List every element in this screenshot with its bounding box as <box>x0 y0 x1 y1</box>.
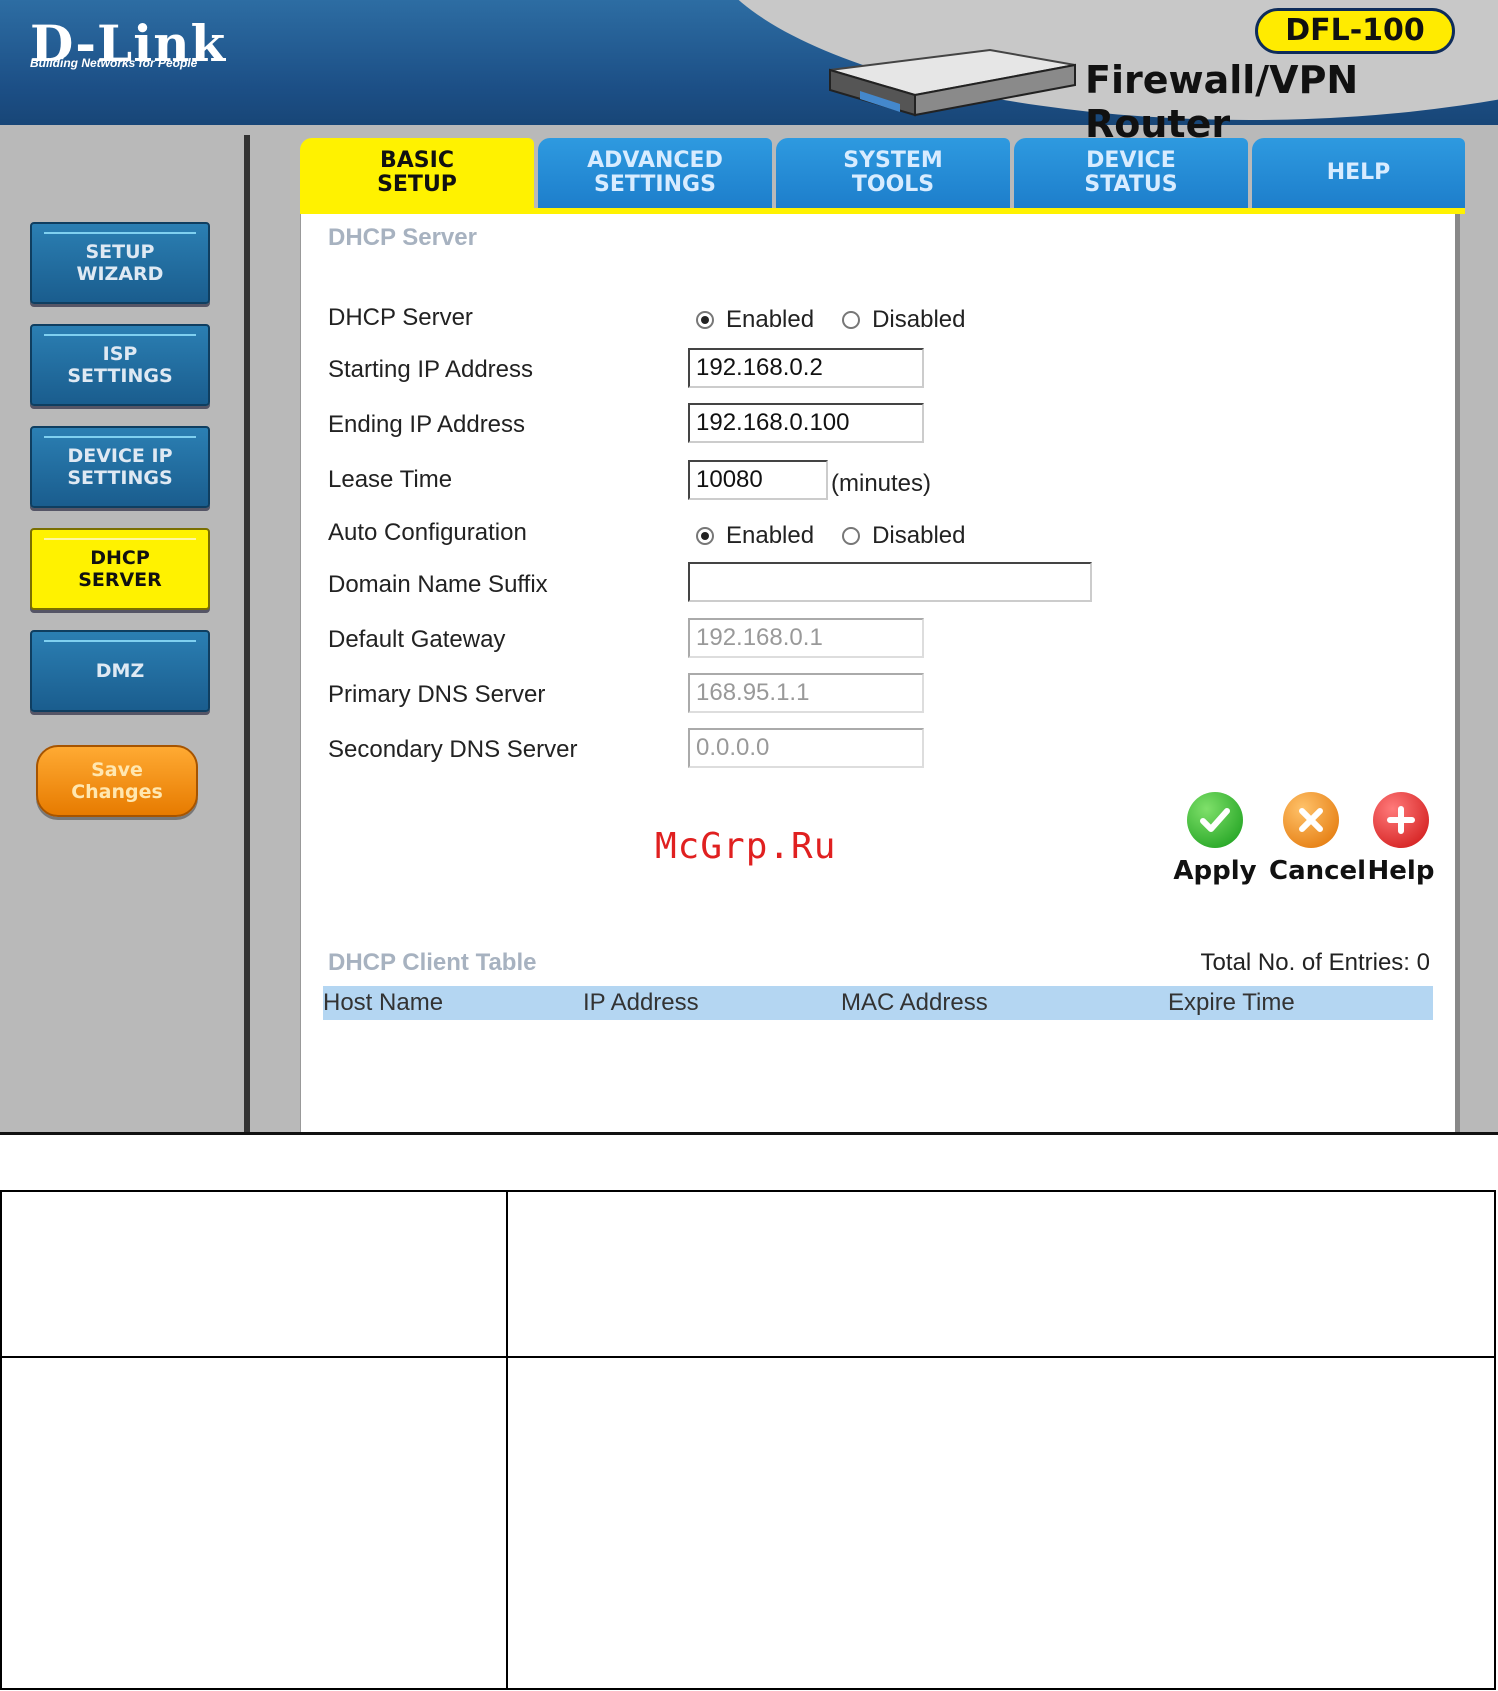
apply-button[interactable]: Apply <box>1173 792 1257 886</box>
sidebar-item-label: ISP SETTINGS <box>67 343 173 387</box>
primary-dns-input: 168.95.1.1 <box>688 673 924 713</box>
watermark: McGrp.Ru <box>655 826 837 867</box>
domain-suffix-label: Domain Name Suffix <box>328 571 548 598</box>
sidebar-item-dmz[interactable]: DMZ <box>30 630 210 712</box>
tab-device-status[interactable]: DEVICE STATUS <box>1014 138 1248 208</box>
column-header-mac-address: MAC Address <box>841 989 988 1016</box>
ending-ip-label: Ending IP Address <box>328 411 526 438</box>
sidebar-item-label: DHCP SERVER <box>78 547 162 591</box>
column-header-ip-address: IP Address <box>583 989 699 1016</box>
default-gateway-input: 192.168.0.1 <box>688 618 924 658</box>
help-label: Help <box>1367 856 1435 886</box>
tab-basic-setup[interactable]: BASIC SETUP <box>300 138 534 208</box>
sidebar-divider <box>244 135 250 1132</box>
table-column-divider <box>506 1192 508 1688</box>
lease-time-input[interactable]: 10080 <box>688 460 828 500</box>
tab-system-tools[interactable]: SYSTEM TOOLS <box>776 138 1010 208</box>
secondary-dns-label: Secondary DNS Server <box>328 736 578 763</box>
sidebar-item-setup-wizard[interactable]: SETUP WIZARD <box>30 222 210 304</box>
sidebar-item-label: DEVICE IP SETTINGS <box>67 445 173 489</box>
dhcp-disabled-radio[interactable] <box>842 311 861 329</box>
model-badge: DFL-100 <box>1255 8 1455 54</box>
lease-time-unit: (minutes) <box>831 470 932 497</box>
column-header-host-name: Host Name <box>323 989 444 1016</box>
sidebar-item-label: DMZ <box>95 660 145 682</box>
section-title: DHCP Server <box>328 224 477 251</box>
auto-configuration-label: Auto Configuration <box>328 519 527 546</box>
auto-disabled-radio[interactable] <box>842 527 861 545</box>
sidebar-item-device-ip-settings[interactable]: DEVICE IP SETTINGS <box>30 426 210 508</box>
primary-dns-label: Primary DNS Server <box>328 681 546 708</box>
sidebar-item-dhcp-server[interactable]: DHCP SERVER <box>30 528 210 610</box>
cancel-label: Cancel <box>1269 856 1367 886</box>
x-icon <box>1283 792 1339 848</box>
sidebar-item-isp-settings[interactable]: ISP SETTINGS <box>30 324 210 406</box>
product-name: Firewall/VPN Router <box>1085 58 1359 146</box>
router-admin-screenshot: D-Link Building Networks for People DFL-… <box>0 0 1498 1135</box>
dhcp-server-label: DHCP Server <box>328 304 473 331</box>
tab-advanced-settings[interactable]: ADVANCED SETTINGS <box>538 138 772 208</box>
save-changes-button[interactable]: Save Changes <box>36 745 198 817</box>
sidebar-item-label: SETUP WIZARD <box>76 241 164 285</box>
ending-ip-input[interactable]: 192.168.0.100 <box>688 403 924 443</box>
tab-help[interactable]: HELP <box>1252 138 1465 208</box>
cancel-button[interactable]: Cancel <box>1269 792 1367 886</box>
column-header-expire-time: Expire Time <box>1168 989 1295 1016</box>
client-table-header: Host Name IP Address MAC Address Expire … <box>323 986 1433 1020</box>
top-tabs: BASIC SETUP ADVANCED SETTINGS SYSTEM TOO… <box>300 138 1465 208</box>
client-table-title: DHCP Client Table <box>328 949 537 976</box>
auto-enabled-label: Enabled <box>726 522 815 549</box>
auto-configuration-radio-group: Enabled Disabled <box>696 522 993 550</box>
auto-enabled-radio[interactable] <box>696 527 714 545</box>
dhcp-disabled-label: Disabled <box>872 306 966 333</box>
starting-ip-label: Starting IP Address <box>328 356 534 383</box>
document-table <box>0 1190 1496 1690</box>
auto-disabled-label: Disabled <box>872 522 966 549</box>
check-icon <box>1187 792 1243 848</box>
plus-icon <box>1373 792 1429 848</box>
lease-time-label: Lease Time <box>328 466 453 493</box>
brand-tagline: Building Networks for People <box>30 56 198 70</box>
router-device-icon <box>829 48 1076 117</box>
dhcp-server-radio-group: Enabled Disabled <box>696 306 993 334</box>
content-panel: DHCP Server DHCP Server Enabled Disabled… <box>300 214 1460 1132</box>
domain-suffix-input[interactable] <box>688 562 1092 602</box>
default-gateway-label: Default Gateway <box>328 626 506 653</box>
total-entries: Total No. of Entries: 0 <box>1200 949 1430 976</box>
apply-label: Apply <box>1173 856 1257 886</box>
header-banner: D-Link Building Networks for People DFL-… <box>0 0 1498 146</box>
table-row-divider <box>2 1356 1494 1358</box>
starting-ip-input[interactable]: 192.168.0.2 <box>688 348 924 388</box>
help-button[interactable]: Help <box>1359 792 1443 886</box>
secondary-dns-input: 0.0.0.0 <box>688 728 924 768</box>
dhcp-enabled-label: Enabled <box>726 306 815 333</box>
dhcp-enabled-radio[interactable] <box>696 311 714 329</box>
